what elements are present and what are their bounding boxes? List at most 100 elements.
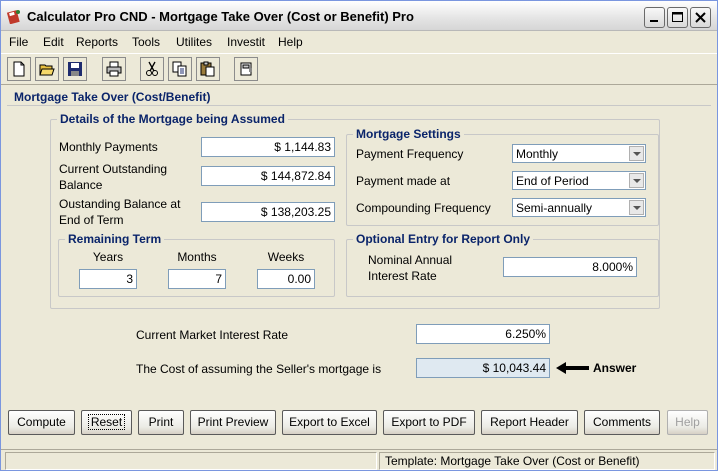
print-preview-button-label: Print Preview [197,415,269,429]
close-icon [695,12,706,23]
export-pdf-button-label: Export to PDF [391,415,467,429]
maximize-button[interactable] [667,7,688,28]
cut-button[interactable] [140,57,164,81]
nominal-rate-field[interactable]: 8.000% [503,257,637,277]
calculator-icon [240,62,252,76]
menu-file[interactable]: File [9,35,28,49]
menu-edit[interactable]: Edit [43,35,64,49]
chevron-down-icon [633,152,641,156]
optional-entry-title: Optional Entry for Report Only [353,232,534,246]
payment-made-value: End of Period [516,174,589,188]
monthly-payments-field[interactable]: $ 1,144.83 [201,137,335,157]
answer-label: Answer [593,361,637,375]
current-balance-label-line2: Balance [59,178,103,192]
end-balance-label-line2: End of Term [59,213,124,227]
weeks-field[interactable]: 0.00 [257,269,315,289]
print-button-bottom[interactable]: Print [138,410,184,435]
minimize-icon [650,20,658,22]
copy-button[interactable] [168,57,192,81]
print-button-label: Print [148,415,174,429]
menu-tools[interactable]: Tools [132,35,160,49]
calculator-button[interactable] [234,57,258,81]
menu-investit[interactable]: Investit [227,35,265,49]
remaining-term-title: Remaining Term [65,232,165,246]
window-title: Calculator Pro CND - Mortgage Take Over … [27,9,414,24]
report-header-button[interactable]: Report Header [481,410,578,435]
current-balance-label-line1: Current Outstanding [59,162,168,176]
comments-button[interactable]: Comments [584,410,660,435]
nominal-rate-label-line1: Nominal Annual [368,253,453,267]
print-icon [106,61,122,77]
print-button[interactable] [102,57,126,81]
title-bar[interactable]: Calculator Pro CND - Mortgage Take Over … [1,1,717,31]
paste-button[interactable] [196,57,220,81]
details-group-title: Details of the Mortgage being Assumed [57,112,288,126]
mortgage-settings-title: Mortgage Settings [353,127,464,141]
market-rate-label: Current Market Interest Rate [136,328,289,342]
months-field[interactable]: 7 [168,269,226,289]
export-pdf-button[interactable]: Export to PDF [383,410,475,435]
maximize-icon [672,12,683,22]
cost-result-field: $ 10,043.44 [416,358,550,378]
help-button-label: Help [675,415,700,429]
payment-frequency-value: Monthly [516,147,559,161]
nominal-rate-label-line2: Interest Rate [368,269,437,283]
save-icon [68,62,82,76]
status-cell-left [5,452,377,470]
end-balance-label-line1: Oustanding Balance at [59,197,181,211]
compounding-frequency-label: Compounding Frequency [356,201,491,215]
payment-frequency-label: Payment Frequency [356,147,464,161]
monthly-payments-label: Monthly Payments [59,140,158,154]
payment-made-dropdown-button[interactable] [629,173,644,188]
panel-divider [7,105,711,106]
status-bar: Template: Mortgage Take Over (Cost or Be… [1,449,717,471]
minimize-button[interactable] [644,7,665,28]
current-balance-field[interactable]: $ 144,872.84 [201,166,335,186]
open-icon [39,64,55,76]
close-button[interactable] [690,7,711,28]
cut-icon [146,61,158,76]
panel-title: Mortgage Take Over (Cost/Benefit) [14,90,211,104]
open-button[interactable] [35,57,59,81]
months-label: Months [177,250,217,264]
new-button[interactable] [7,57,31,81]
payment-made-select[interactable]: End of Period [512,171,646,190]
menu-help[interactable]: Help [278,35,303,49]
menu-utilites[interactable]: Utilites [176,35,212,49]
payment-frequency-dropdown-button[interactable] [629,146,644,161]
calculator-app-icon [6,10,20,24]
help-button[interactable]: Help [667,410,708,435]
years-field[interactable]: 3 [79,269,137,289]
chevron-down-icon [633,179,641,183]
export-excel-button-label: Export to Excel [289,415,370,429]
compounding-frequency-value: Semi-annually [516,201,593,215]
cost-label: The Cost of assuming the Seller's mortga… [136,362,382,376]
payment-frequency-select[interactable]: Monthly [512,144,646,163]
save-button[interactable] [63,57,87,81]
copy-icon [172,61,187,77]
menu-reports[interactable]: Reports [76,35,118,49]
paste-icon [200,61,215,77]
print-preview-button[interactable]: Print Preview [190,410,276,435]
export-excel-button[interactable]: Export to Excel [282,410,377,435]
compute-button-label: Compute [17,415,66,429]
reset-button[interactable]: Reset [81,410,132,435]
reset-button-label: Reset [87,414,126,430]
new-icon [13,61,25,77]
comments-button-label: Comments [592,415,651,429]
status-template-text: Template: Mortgage Take Over (Cost or Be… [385,454,640,468]
arrow-left-icon [556,362,589,374]
market-rate-field[interactable]: 6.250% [416,324,550,344]
report-header-button-label: Report Header [490,415,569,429]
compounding-frequency-dropdown-button[interactable] [629,200,644,215]
app-window: Calculator Pro CND - Mortgage Take Over … [0,0,718,471]
payment-made-label: Payment made at [356,174,451,188]
years-label: Years [92,250,124,264]
toolbar [1,53,717,85]
weeks-label: Weeks [267,250,305,264]
menu-bar: File Edit Reports Tools Utilites Investi… [1,32,717,52]
compounding-frequency-select[interactable]: Semi-annually [512,198,646,217]
chevron-down-icon [633,206,641,210]
end-balance-field[interactable]: $ 138,203.25 [201,202,335,222]
compute-button[interactable]: Compute [8,410,75,435]
